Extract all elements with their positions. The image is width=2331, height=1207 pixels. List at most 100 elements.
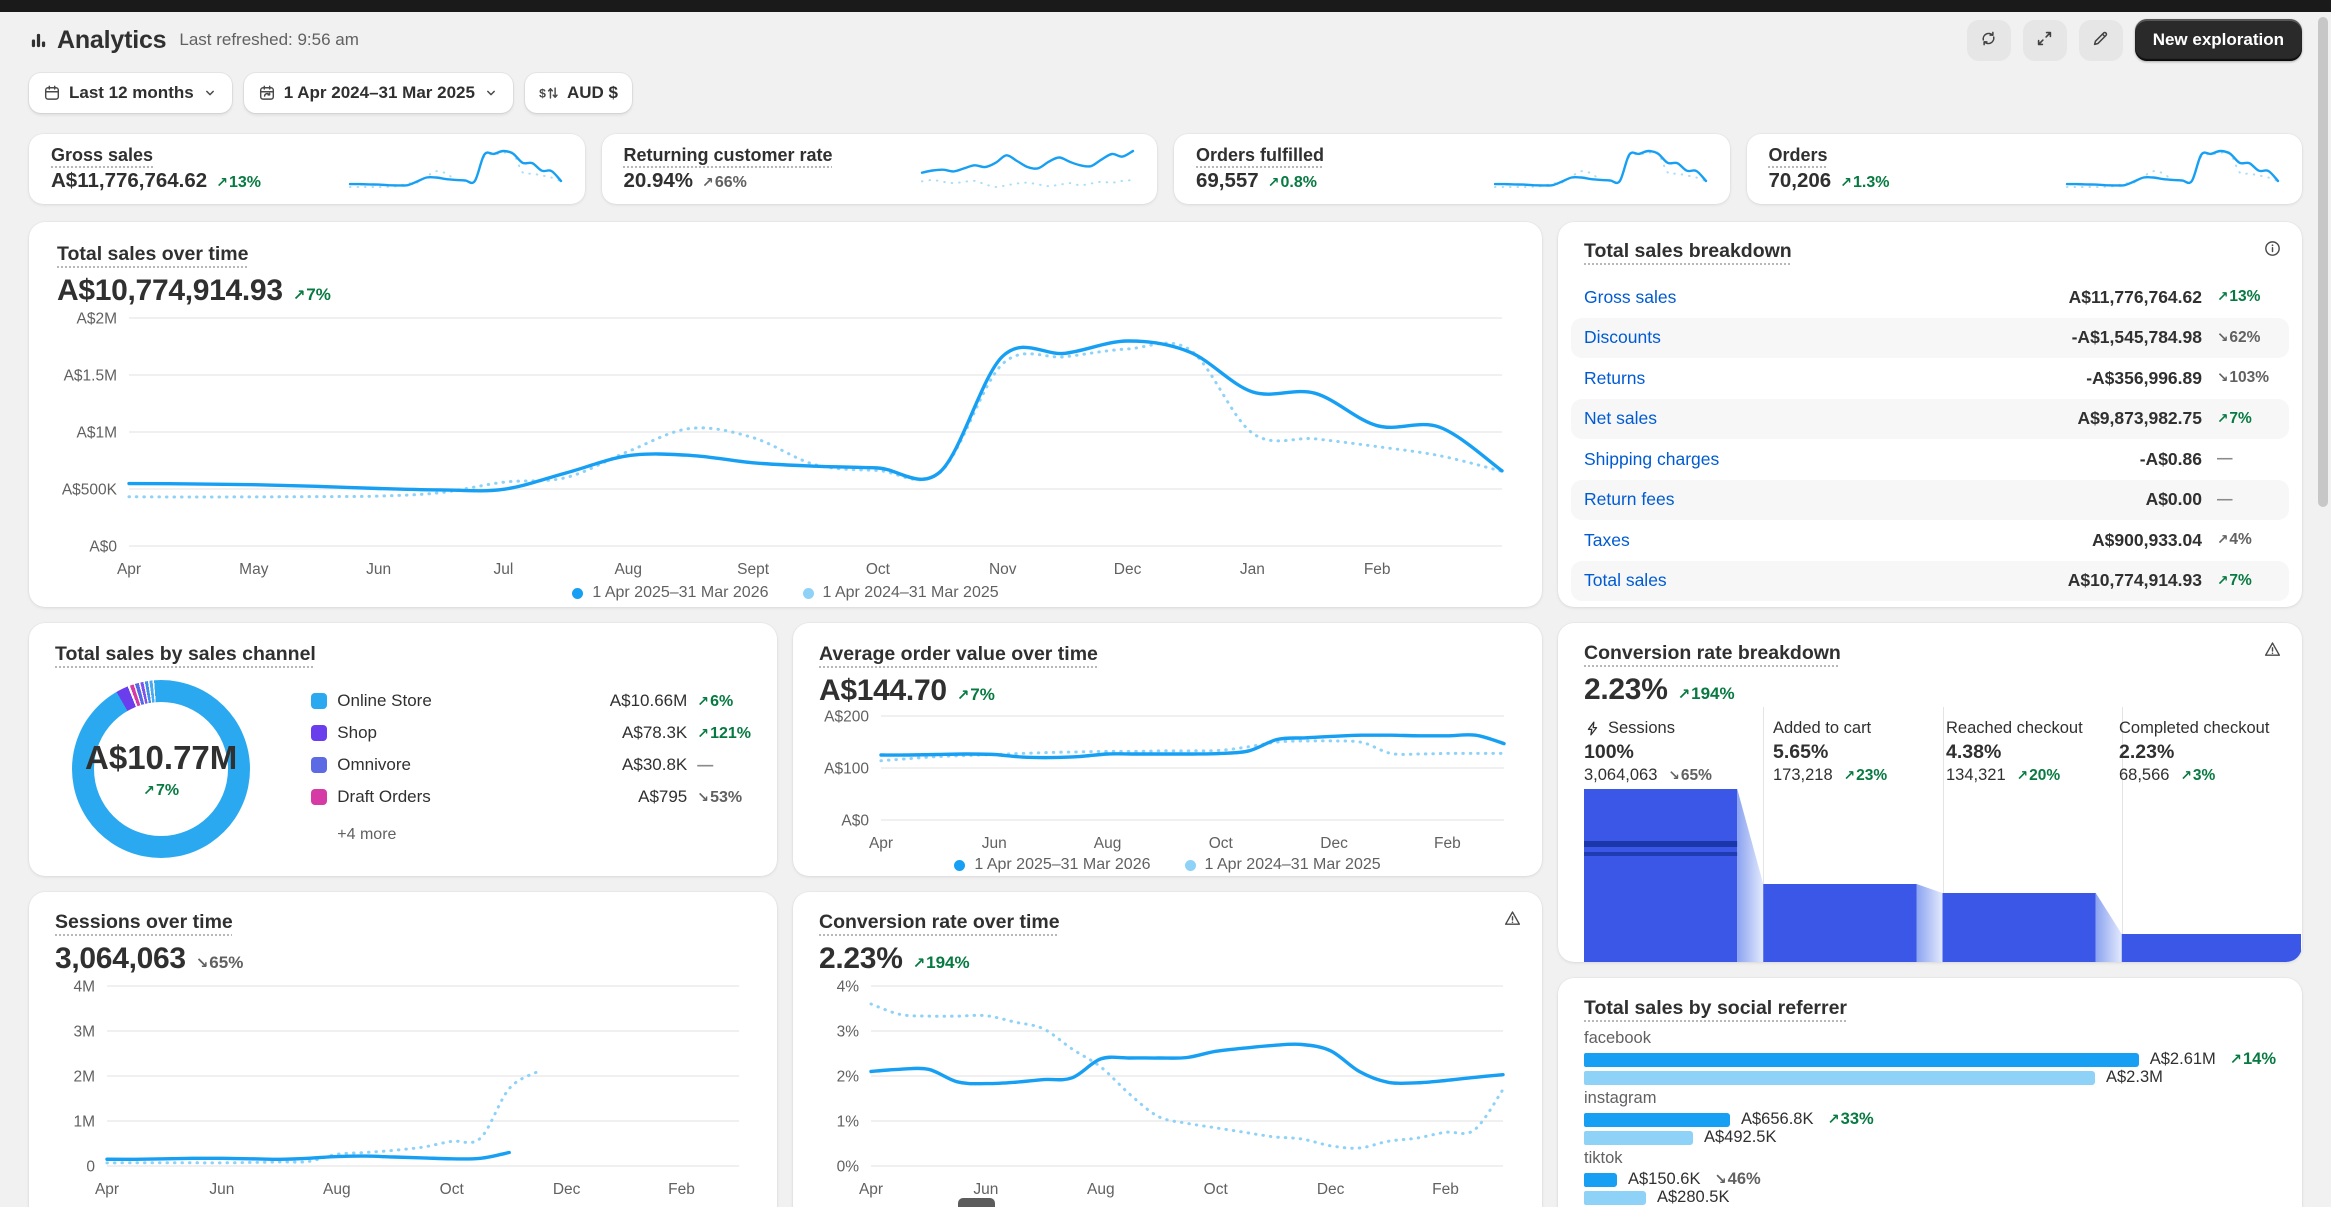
svg-text:A$2M: A$2M [77, 311, 118, 328]
breakdown-value: A$900,933.04 [2092, 530, 2202, 551]
svg-text:0%: 0% [837, 1159, 860, 1176]
breakdown-delta: ↘62% [2202, 329, 2276, 347]
kpi-title[interactable]: Gross sales [51, 145, 153, 166]
social-previous-bar[interactable] [1584, 1071, 2095, 1085]
pencil-icon [2091, 29, 2110, 51]
card-title[interactable]: Total sales over time [57, 243, 248, 266]
svg-text:Nov: Nov [989, 561, 1017, 578]
funnel-step-name: Added to cart [1773, 717, 1930, 739]
refresh-cycle-button[interactable] [1967, 20, 2011, 61]
funnel-step-added-to-cart[interactable]: Added to cart5.65%173,218↗23% [1757, 717, 1930, 785]
breakdown-delta: — [2202, 450, 2276, 468]
funnel-step-completed-checkout[interactable]: Completed checkout2.23%68,566↗3% [2103, 717, 2276, 785]
svg-text:A$100: A$100 [824, 761, 869, 778]
legend-item[interactable]: 1 Apr 2024–31 Mar 2025 [1185, 856, 1381, 874]
legend-label: 1 Apr 2025–31 Mar 2026 [974, 856, 1150, 874]
scrollbar-thumb[interactable] [2318, 17, 2328, 507]
aov-line-chart[interactable]: A$200A$100A$0AprJunAugOctDecFeb [819, 708, 1516, 856]
channel-legend-item[interactable]: Online StoreA$10.66M↗6% [311, 688, 751, 714]
kpi-card-orders-fulfilled[interactable]: Orders fulfilled69,557↗0.8% [1174, 134, 1730, 204]
channel-legend-item[interactable]: ShopA$78.3K↗121% [311, 720, 751, 746]
kpi-card-orders[interactable]: Orders70,206↗1.3% [1747, 134, 2303, 204]
delta-badge: ↗121% [697, 725, 751, 742]
breakdown-metric-link[interactable]: Discounts [1584, 327, 1661, 348]
legend-item[interactable]: 1 Apr 2024–31 Mar 2025 [803, 584, 999, 602]
breakdown-metric-link[interactable]: Gross sales [1584, 287, 1676, 308]
social-current-bar[interactable] [1584, 1113, 1730, 1127]
total-sales-line-chart[interactable]: A$2MA$1.5MA$1MA$500KA$0AprMayJunJulAugSe… [57, 310, 1514, 582]
filter-date-preset[interactable]: Last 12 months [29, 73, 232, 113]
card-title[interactable]: Total sales by social referrer [1584, 997, 1847, 1020]
sessions-line-chart[interactable]: 4M3M2M1M0AprJunAugOctDecFeb [55, 978, 751, 1202]
breakdown-metric-link[interactable]: Net sales [1584, 408, 1657, 429]
breakdown-metric-link[interactable]: Return fees [1584, 489, 1674, 510]
social-previous-bar[interactable] [1584, 1131, 1693, 1145]
channel-legend-item[interactable]: OmnivoreA$30.8K— [311, 752, 751, 778]
legend-label: 1 Apr 2025–31 Mar 2026 [592, 584, 768, 602]
aov-value: A$144.70 [819, 674, 947, 708]
breakdown-value: A$9,873,982.75 [2077, 408, 2202, 429]
conversion-line-chart[interactable]: 4%3%2%1%0%AprJunAugOctDecFeb [819, 978, 1515, 1202]
svg-text:4M: 4M [73, 979, 95, 996]
info-icon[interactable] [2263, 239, 2282, 258]
kpi-card-returning-customer-rate[interactable]: Returning customer rate20.94%↗66% [602, 134, 1158, 204]
card-title[interactable]: Average order value over time [819, 643, 1098, 666]
delta-badge: ↗33% [1827, 1110, 1873, 1129]
channel-value: A$795 [562, 787, 687, 807]
card-title[interactable]: Conversion rate breakdown [1584, 642, 1841, 665]
card-title[interactable]: Total sales by sales channel [55, 643, 316, 666]
kpi-title[interactable]: Orders [1769, 145, 1828, 166]
warning-icon[interactable] [2263, 640, 2282, 659]
svg-text:Jul: Jul [494, 561, 514, 578]
breakdown-value: -A$356,996.89 [2086, 368, 2202, 389]
funnel-step-reached-checkout[interactable]: Reached checkout4.38%134,321↗20% [1930, 717, 2103, 785]
total-sales-breakdown-card: Total sales breakdown Gross salesA$11,77… [1558, 222, 2302, 607]
legend-label: 1 Apr 2024–31 Mar 2025 [1205, 856, 1381, 874]
social-referrer-name: facebook [1584, 1029, 2276, 1049]
sales-channel-donut-chart[interactable]: A$10.77M ↗7% [72, 680, 250, 858]
breakdown-delta: ↗7% [2202, 410, 2276, 428]
breakdown-delta: ↘103% [2202, 369, 2276, 387]
social-current-bar[interactable] [1584, 1173, 1617, 1187]
warning-icon[interactable] [1503, 909, 1522, 928]
card-title[interactable]: Sessions over time [55, 911, 233, 934]
legend-item[interactable]: 1 Apr 2025–31 Mar 2026 [572, 584, 768, 602]
svg-text:Dec: Dec [553, 1181, 581, 1198]
kpi-title[interactable]: Orders fulfilled [1196, 145, 1324, 166]
new-exploration-button[interactable]: New exploration [2135, 19, 2302, 61]
expand-button[interactable] [2023, 20, 2067, 61]
breakdown-delta: ↗13% [2202, 288, 2276, 306]
filter-currency[interactable]: $AUD $ [525, 73, 632, 113]
channel-delta: ↘53% [687, 787, 751, 807]
channel-legend-item[interactable]: Draft OrdersA$795↘53% [311, 784, 751, 810]
social-row-tiktok: tiktokA$150.6K↘46%A$280.5K [1584, 1149, 2276, 1205]
svg-text:Apr: Apr [117, 561, 141, 578]
funnel-step-count-row: 173,218↗23% [1773, 766, 1930, 785]
svg-text:Oct: Oct [1209, 835, 1234, 852]
funnel-step-rate: 2.23% [2119, 741, 2276, 764]
social-previous-bar[interactable] [1584, 1191, 1646, 1205]
svg-text:A$0: A$0 [89, 539, 117, 556]
filter-bar: Last 12 months 1 Apr 2024–31 Mar 2025 $AUD… [29, 73, 2302, 113]
card-title[interactable]: Total sales breakdown [1584, 240, 1792, 263]
edit-button[interactable] [2079, 20, 2123, 61]
breakdown-metric-link[interactable]: Returns [1584, 368, 1645, 389]
legend-item[interactable]: 1 Apr 2025–31 Mar 2026 [954, 856, 1150, 874]
channel-swatch [311, 693, 327, 709]
funnel-step-sessions[interactable]: Sessions100%3,064,063↘65% [1584, 717, 1757, 785]
kpi-title[interactable]: Returning customer rate [624, 145, 833, 166]
delta-badge: ↗13% [2217, 288, 2260, 306]
kpi-card-gross-sales[interactable]: Gross salesA$11,776,764.62↗13% [29, 134, 585, 204]
social-current-bar[interactable] [1584, 1053, 2139, 1067]
svg-text:A$0: A$0 [841, 813, 869, 830]
breakdown-metric-link[interactable]: Total sales [1584, 570, 1667, 591]
card-title[interactable]: Conversion rate over time [819, 911, 1060, 934]
kpi-row: Gross salesA$11,776,764.62↗13%Returning … [29, 134, 2302, 204]
breakdown-value: A$0.00 [2146, 489, 2202, 510]
breakdown-metric-link[interactable]: Shipping charges [1584, 449, 1719, 470]
breakdown-metric-link[interactable]: Taxes [1584, 530, 1630, 551]
filter-date-range[interactable]: 1 Apr 2024–31 Mar 2025 [244, 73, 513, 113]
channel-name: Omnivore [337, 755, 562, 775]
funnel-step-count: 3,064,063 [1584, 766, 1657, 785]
channel-more-label[interactable]: +4 more [337, 826, 751, 844]
